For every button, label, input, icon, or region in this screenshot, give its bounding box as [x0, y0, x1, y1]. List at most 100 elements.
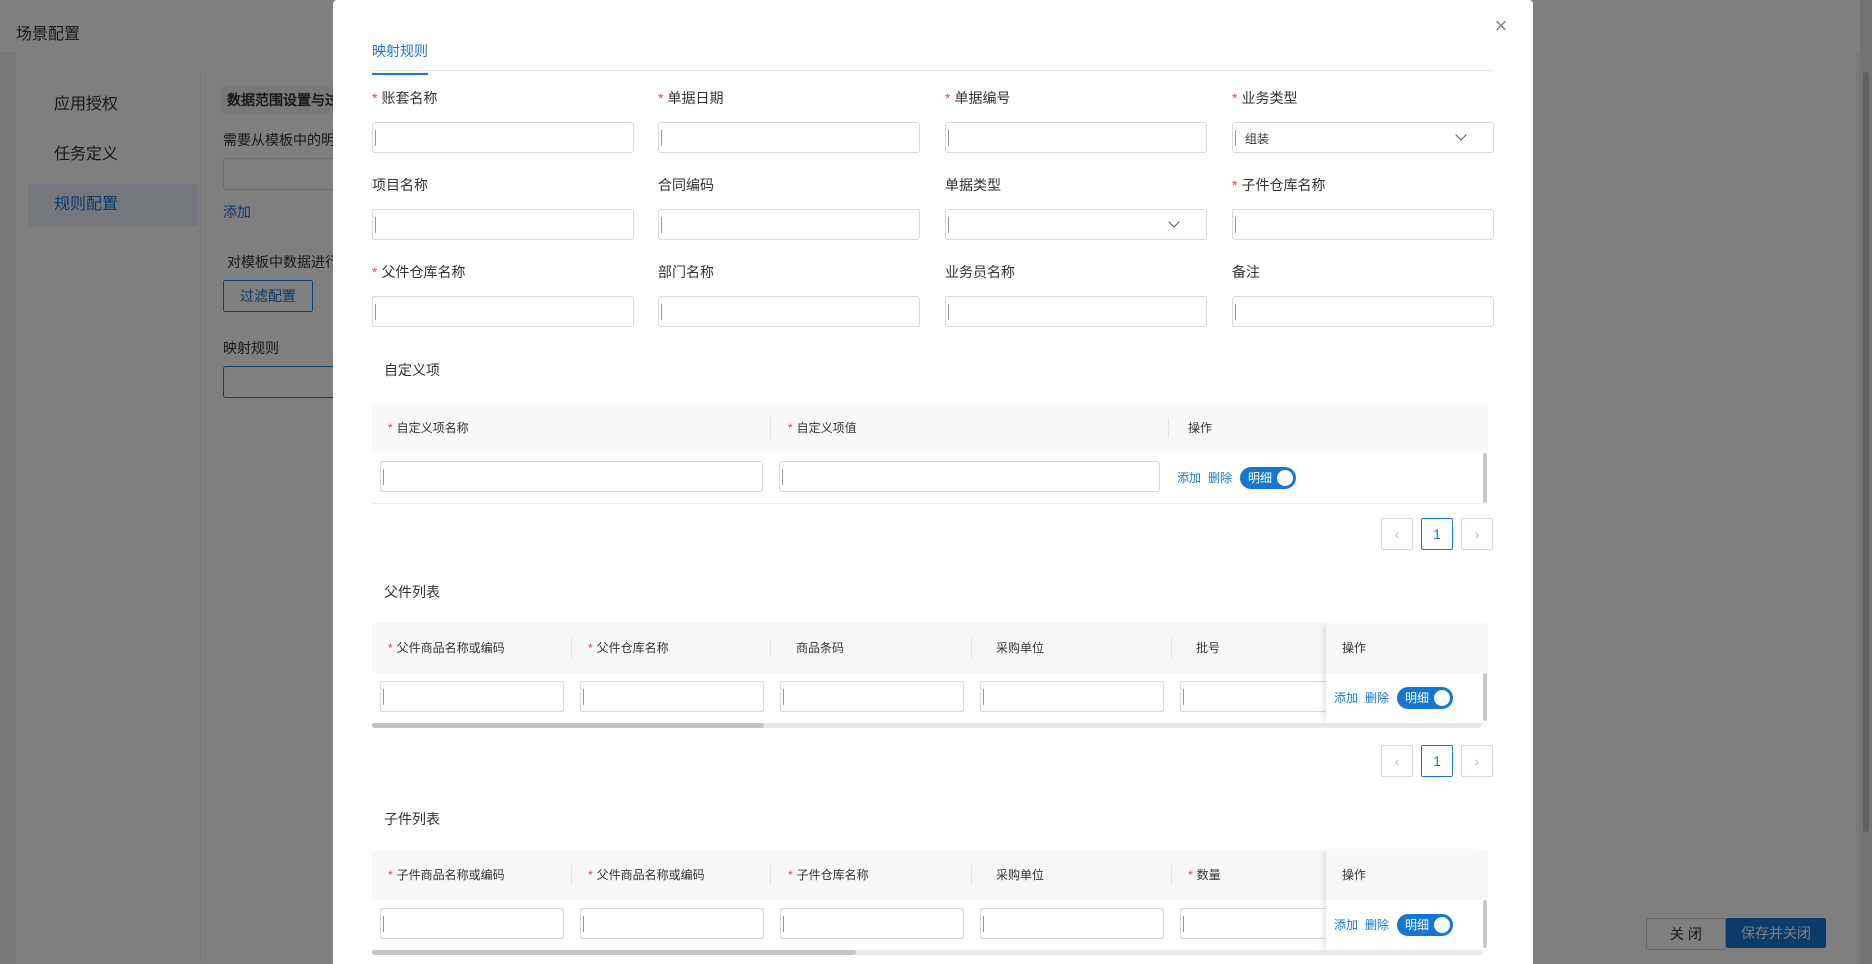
- next-page-button[interactable]: ›: [1461, 518, 1493, 550]
- account-set-input[interactable]: [372, 122, 634, 153]
- doc-type-select[interactable]: [945, 209, 1207, 240]
- purchase-unit-input[interactable]: [980, 681, 1164, 712]
- table-row: [372, 900, 1488, 951]
- parent-warehouse-input[interactable]: [580, 681, 764, 712]
- custom-items-table: * 自定义项名称 * 自定义项值 操作 添加 删除 明细: [372, 403, 1488, 504]
- required-mark: *: [788, 868, 793, 882]
- field-doc-type: 单据类型: [945, 175, 1207, 240]
- child-warehouse-input[interactable]: [780, 908, 964, 939]
- child-list-title: 子件列表: [384, 811, 440, 827]
- table-row: 添加 删除 明细: [372, 453, 1488, 504]
- parent-product-input[interactable]: [380, 681, 564, 712]
- column-header: 操作: [1342, 868, 1367, 882]
- detail-toggle[interactable]: 明细: [1240, 467, 1296, 489]
- child-list-table: * 子件商品名称或编码 * 父件商品名称或编码 * 子件仓库名称 采购单位 * 数量 操…: [372, 850, 1488, 960]
- custom-item-name-input[interactable]: [380, 461, 763, 492]
- add-row-link[interactable]: 添加: [1177, 469, 1201, 486]
- tab-mapping-rule[interactable]: 映射规则: [372, 34, 428, 75]
- field-department: 部门名称: [658, 262, 920, 327]
- page-1-button[interactable]: 1: [1421, 745, 1453, 777]
- column-header: 操作: [1188, 421, 1213, 435]
- prev-page-button[interactable]: ‹: [1381, 518, 1413, 550]
- table-scrollbar[interactable]: [1483, 453, 1487, 503]
- required-mark: *: [1188, 868, 1193, 882]
- parent-warehouse-input[interactable]: [372, 296, 634, 327]
- field-label: 子件仓库名称: [1241, 177, 1326, 193]
- doc-number-input[interactable]: [945, 122, 1207, 153]
- table-horizontal-scrollbar[interactable]: [372, 723, 1482, 728]
- required-mark: *: [388, 421, 393, 435]
- salesperson-input[interactable]: [945, 296, 1207, 327]
- detail-toggle[interactable]: 明细: [1397, 914, 1453, 936]
- column-header: * 数量: [1188, 868, 1221, 882]
- project-name-input[interactable]: [372, 209, 634, 240]
- field-business-type: * 业务类型 组装: [1232, 88, 1494, 153]
- remark-input[interactable]: [1232, 296, 1494, 327]
- table-scrollbar[interactable]: [1483, 673, 1487, 721]
- operation-column: 操作 添加 删除 明细: [1326, 850, 1488, 950]
- required-mark: *: [372, 264, 378, 280]
- contract-code-input[interactable]: [658, 209, 920, 240]
- child-product-input[interactable]: [380, 908, 564, 939]
- delete-row-link[interactable]: 删除: [1208, 469, 1232, 486]
- table-scrollbar[interactable]: [1483, 900, 1487, 948]
- add-row-link[interactable]: 添加: [1334, 916, 1358, 933]
- next-page-button[interactable]: ›: [1461, 745, 1493, 777]
- prev-page-button[interactable]: ‹: [1381, 745, 1413, 777]
- table-horizontal-scrollbar[interactable]: [372, 950, 1482, 955]
- column-header: 批号: [1196, 641, 1221, 655]
- table-header: * 父件商品名称或编码 * 父件仓库名称 商品条码 采购单位 批号: [372, 623, 1488, 673]
- field-contract-code: 合同编码: [658, 175, 920, 240]
- column-header: * 子件商品名称或编码: [388, 868, 505, 882]
- column-header: 操作: [1342, 641, 1367, 655]
- column-header: * 子件仓库名称: [788, 868, 869, 882]
- delete-row-link[interactable]: 删除: [1365, 916, 1389, 933]
- field-label: 业务类型: [1241, 90, 1298, 106]
- field-label: 单据类型: [945, 177, 1001, 193]
- department-input[interactable]: [658, 296, 920, 327]
- field-salesperson: 业务员名称: [945, 262, 1207, 327]
- doc-date-input[interactable]: [658, 122, 920, 153]
- chevron-down-icon: [1168, 216, 1180, 228]
- field-child-warehouse: * 子件仓库名称: [1232, 175, 1494, 240]
- parent-list-title: 父件列表: [384, 584, 440, 600]
- field-label: 部门名称: [658, 264, 714, 280]
- parent-product-input[interactable]: [580, 908, 764, 939]
- column-header: * 父件仓库名称: [588, 641, 669, 655]
- required-mark: *: [658, 90, 664, 106]
- table-header: * 自定义项名称 * 自定义项值 操作: [372, 403, 1488, 453]
- column-header: * 父件商品名称或编码: [588, 868, 705, 882]
- custom-item-value-input[interactable]: [779, 461, 1160, 492]
- delete-row-link[interactable]: 删除: [1365, 689, 1389, 706]
- business-type-value: 组装: [1245, 132, 1270, 146]
- column-header: 商品条码: [796, 641, 845, 655]
- child-warehouse-input[interactable]: [1232, 209, 1494, 240]
- field-label: 备注: [1232, 264, 1260, 280]
- batch-number-input[interactable]: [1180, 681, 1340, 712]
- field-label: 父件仓库名称: [381, 264, 466, 280]
- field-label: 业务员名称: [945, 264, 1015, 280]
- business-type-select[interactable]: 组装: [1232, 122, 1494, 153]
- required-mark: *: [372, 90, 378, 106]
- custom-items-pagination: ‹ 1 ›: [1381, 518, 1493, 550]
- required-mark: *: [788, 421, 793, 435]
- barcode-input[interactable]: [780, 681, 964, 712]
- field-label: 单据编号: [954, 90, 1011, 106]
- quantity-input[interactable]: [1180, 908, 1340, 939]
- mapping-rule-modal: × 映射规则 * 账套名称 * 单据日期 * 单据编号 * 业务类型 组装 项目名称 合…: [333, 0, 1533, 964]
- table-row: [372, 673, 1488, 724]
- parent-list-pagination: ‹ 1 ›: [1381, 745, 1493, 777]
- add-row-link[interactable]: 添加: [1334, 689, 1358, 706]
- purchase-unit-input[interactable]: [980, 908, 1164, 939]
- column-header: 采购单位: [996, 641, 1045, 655]
- field-account-set: * 账套名称: [372, 88, 634, 153]
- operation-column: 操作 添加 删除 明细: [1326, 623, 1488, 723]
- page-1-button[interactable]: 1: [1421, 518, 1453, 550]
- field-project-name: 项目名称: [372, 175, 634, 240]
- detail-toggle[interactable]: 明细: [1397, 687, 1453, 709]
- tab-bar: 映射规则: [372, 34, 1494, 75]
- field-remark: 备注: [1232, 262, 1494, 327]
- field-doc-number: * 单据编号: [945, 88, 1207, 153]
- field-doc-date: * 单据日期: [658, 88, 920, 153]
- column-header: * 自定义项值: [788, 421, 857, 435]
